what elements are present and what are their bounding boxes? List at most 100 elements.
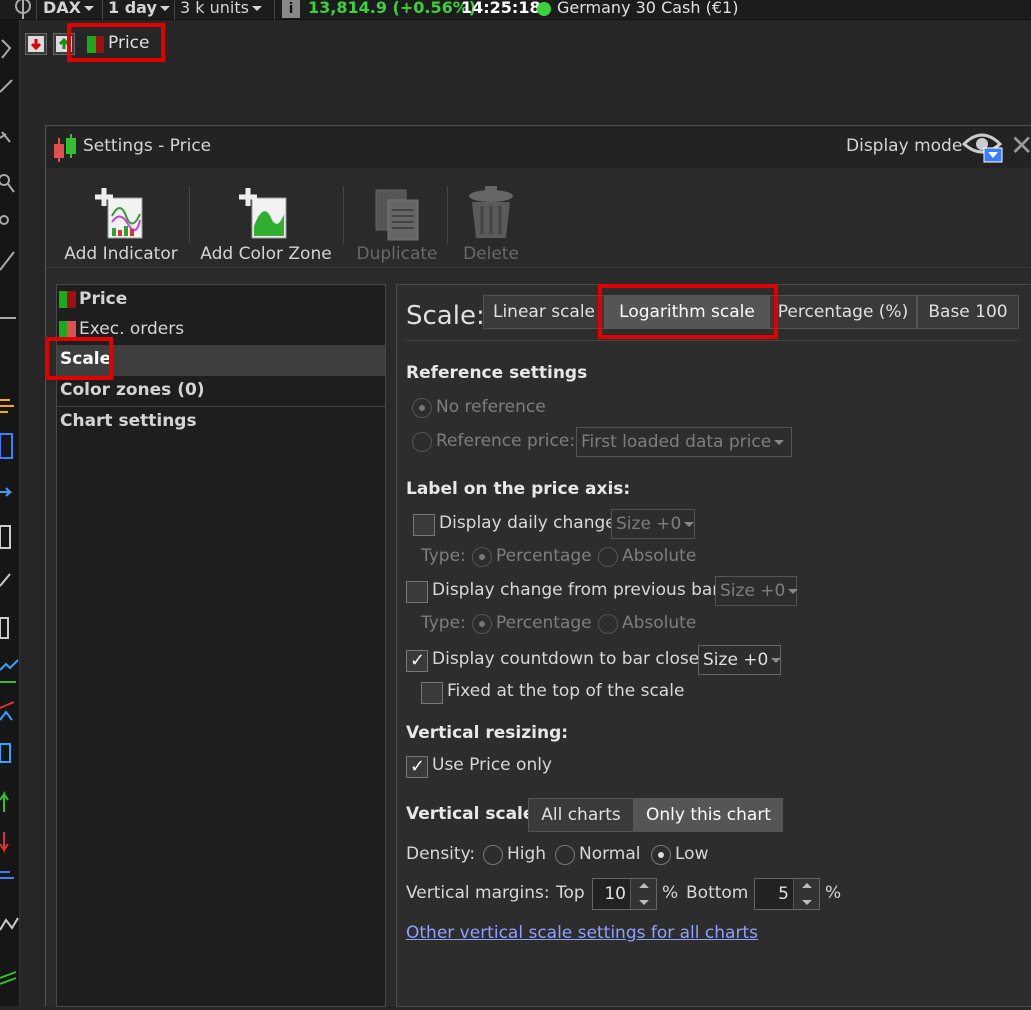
- all-charts-button[interactable]: All charts: [528, 798, 634, 832]
- add-color-zone-label: Add Color Zone: [200, 244, 332, 264]
- tree-item-label: Price: [79, 289, 128, 309]
- settings-dialog: Settings - Price Display mode ✕ Add Indi…: [45, 125, 1031, 1007]
- absolute-label: Absolute: [622, 613, 697, 633]
- density-normal-label: Normal: [579, 844, 641, 864]
- settings-tree: Price Exec. orders Scale Color zones (0)…: [56, 284, 386, 1007]
- percentage-label: Percentage: [496, 546, 592, 566]
- chevron-down-icon: [159, 6, 170, 11]
- chevron-down-icon[interactable]: [802, 900, 812, 905]
- prev-bar-absolute-radio[interactable]: [598, 614, 618, 634]
- linear-scale-button[interactable]: Linear scale: [483, 295, 605, 329]
- candle-icon: [87, 36, 96, 53]
- fixed-top-label: Fixed at the top of the scale: [447, 681, 685, 701]
- price-tab-label: Price: [108, 33, 150, 53]
- reference-price-value: First loaded data price: [581, 432, 772, 452]
- density-low-label: Low: [675, 844, 709, 864]
- tree-item-chart-settings[interactable]: Chart settings: [57, 407, 385, 437]
- tree-item-label: Exec. orders: [79, 319, 185, 339]
- price-axis-label-header: Label on the price axis:: [406, 479, 631, 499]
- reference-price-radio[interactable]: [412, 432, 432, 452]
- display-daily-change-label: Display daily change: [439, 513, 616, 533]
- dialog-toolbar: Add Indicator Add Color Zone Duplicate D…: [46, 168, 1031, 268]
- display-countdown-checkbox[interactable]: [406, 650, 428, 672]
- top-percent-sign: %: [662, 883, 679, 903]
- chevron-down-icon: [684, 521, 695, 527]
- pencil-icon: [0, 79, 13, 93]
- scale-label: Scale:: [406, 301, 485, 331]
- market-name: Germany 30 Cash (€1): [557, 0, 739, 17]
- add-indicator-label: Add Indicator: [64, 244, 178, 264]
- orders-icon: [59, 321, 67, 338]
- tree-item-exec-orders[interactable]: Exec. orders: [57, 315, 385, 345]
- timeframe-selector[interactable]: 1 day: [108, 0, 170, 20]
- chevron-up-icon[interactable]: [802, 883, 812, 888]
- close-icon[interactable]: ✕: [1010, 132, 1031, 160]
- daily-change-size-dropdown[interactable]: Size +0: [611, 509, 695, 539]
- use-price-only-checkbox[interactable]: [406, 756, 428, 778]
- delete-button[interactable]: Delete: [454, 168, 528, 268]
- vertical-resizing-header: Vertical resizing:: [406, 723, 569, 743]
- clock-time: 14:25:18: [461, 0, 541, 17]
- daily-change-percentage-radio[interactable]: [472, 547, 492, 567]
- density-high-label: High: [507, 844, 547, 864]
- add-indicator-button[interactable]: Add Indicator: [60, 168, 182, 268]
- add-indicator-icon: [92, 186, 148, 242]
- duplicate-label: Duplicate: [356, 244, 438, 264]
- size-value: Size +0: [720, 581, 786, 601]
- chevron-up-icon[interactable]: [639, 883, 649, 888]
- only-this-chart-button[interactable]: Only this chart: [634, 798, 783, 832]
- daily-change-absolute-radio[interactable]: [598, 547, 618, 567]
- display-daily-change-checkbox[interactable]: [413, 514, 435, 536]
- prev-bar-percentage-radio[interactable]: [472, 614, 492, 634]
- tree-item-price[interactable]: Price: [57, 285, 385, 315]
- bottom-percent-sign: %: [825, 883, 842, 903]
- tree-item-label: Color zones (0): [60, 380, 205, 400]
- chevron-down-icon: [788, 588, 799, 594]
- tree-item-scale[interactable]: Scale: [57, 345, 385, 376]
- vertical-margins-label: Vertical margins:: [406, 883, 550, 903]
- top-margin-label: Top: [556, 883, 585, 903]
- price-change: 13,814.9 (+0.56%): [308, 0, 477, 17]
- timeframe-label: 1 day: [108, 0, 157, 17]
- display-mode-label: Display mode: [846, 136, 963, 156]
- display-change-prev-bar-checkbox[interactable]: [406, 581, 428, 603]
- chevron-down-icon: [84, 6, 94, 11]
- instrument-selector[interactable]: DAX: [43, 0, 94, 20]
- other-scale-settings-link[interactable]: Other vertical scale settings for all ch…: [406, 923, 758, 943]
- divider: [406, 340, 1018, 341]
- market-open-icon: [537, 2, 551, 16]
- units-selector[interactable]: 3 k units: [180, 0, 262, 20]
- chevron-down-icon[interactable]: [639, 900, 649, 905]
- prev-bar-size-dropdown[interactable]: Size +0: [715, 576, 799, 606]
- tree-item-color-zones[interactable]: Color zones (0): [57, 376, 385, 407]
- no-reference-radio[interactable]: [412, 398, 432, 418]
- density-high-radio[interactable]: [483, 845, 503, 865]
- countdown-size-dropdown[interactable]: Size +0: [698, 645, 782, 675]
- top-margin-value: 10: [604, 884, 626, 904]
- price-tab[interactable]: Price: [84, 31, 154, 57]
- logarithm-scale-button[interactable]: Logarithm scale: [605, 295, 769, 329]
- fixed-top-checkbox[interactable]: [421, 682, 443, 704]
- top-toolbar: DAX 1 day 3 k units i 13,814.9 (+0.56%) …: [0, 0, 1031, 20]
- export-up-icon[interactable]: [53, 33, 75, 55]
- type-label: Type:: [421, 613, 466, 633]
- app-logo-icon[interactable]: [8, 0, 38, 19]
- delete-label: Delete: [463, 244, 519, 264]
- density-label: Density:: [406, 844, 476, 864]
- use-price-only-label: Use Price only: [432, 755, 552, 775]
- drawing-tools-sidebar: [0, 20, 20, 1006]
- add-color-zone-button[interactable]: Add Color Zone: [198, 168, 334, 268]
- trash-icon: [466, 186, 516, 242]
- export-down-icon[interactable]: [25, 33, 47, 55]
- density-low-radio[interactable]: [651, 845, 671, 865]
- percentage-scale-button[interactable]: Percentage (%): [769, 295, 917, 329]
- percentage-label: Percentage: [496, 613, 592, 633]
- bottom-margin-stepper[interactable]: 5: [754, 878, 820, 910]
- top-margin-stepper[interactable]: 10: [592, 878, 657, 910]
- reference-price-dropdown[interactable]: First loaded data price: [576, 427, 792, 457]
- eye-icon[interactable]: [961, 130, 1004, 164]
- density-normal-radio[interactable]: [555, 845, 575, 865]
- duplicate-button[interactable]: Duplicate: [350, 168, 444, 268]
- info-icon[interactable]: i: [282, 0, 300, 18]
- base-100-button[interactable]: Base 100: [917, 295, 1019, 329]
